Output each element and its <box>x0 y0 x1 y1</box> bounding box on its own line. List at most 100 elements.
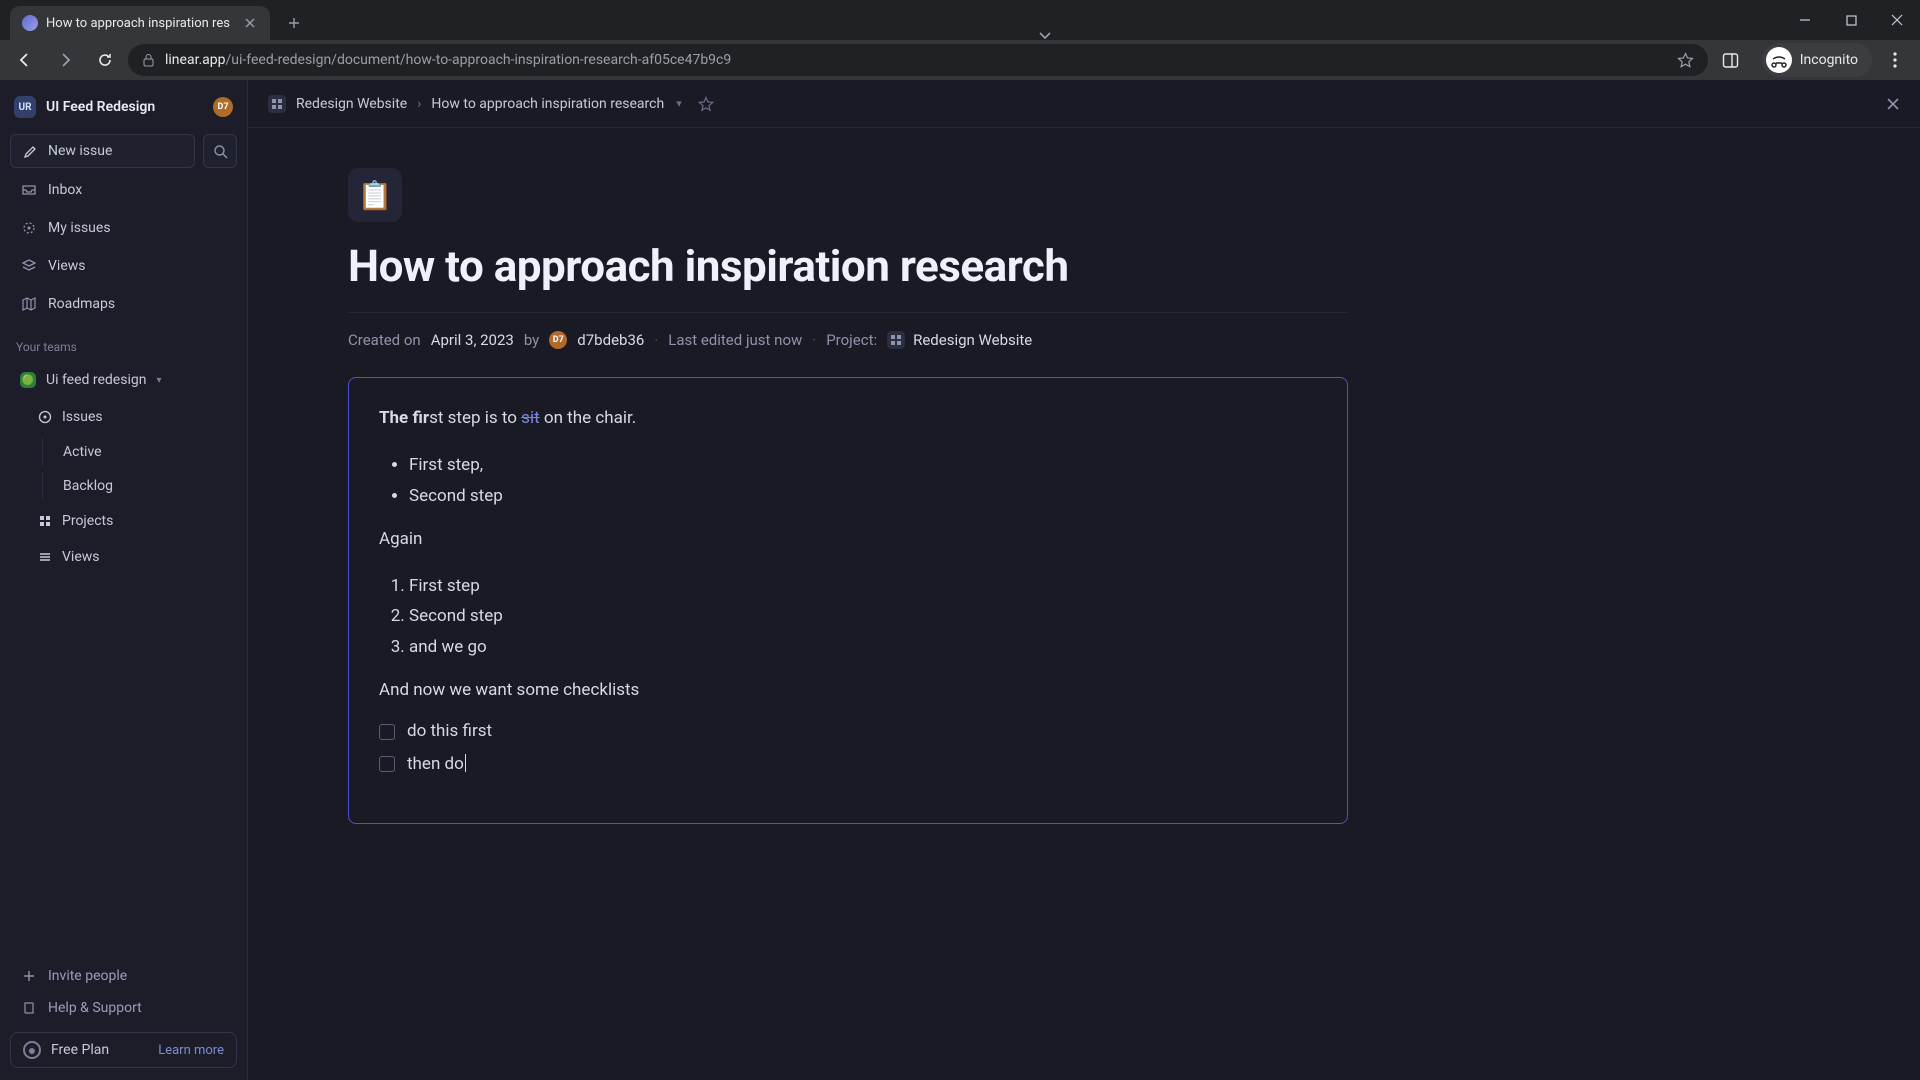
project-icon <box>268 95 286 113</box>
window-titlebar: How to approach inspiration res <box>0 0 1920 40</box>
breadcrumb-doc[interactable]: How to approach inspiration research <box>431 96 664 112</box>
pencil-icon <box>23 144 38 159</box>
numbered-list[interactable]: First step Second step and we go <box>409 572 1317 663</box>
checklist-text[interactable]: then do <box>407 750 466 779</box>
last-edited: Last edited just now <box>668 331 802 349</box>
stack-icon <box>38 550 52 564</box>
footer-label: Help & Support <box>48 1000 142 1016</box>
checkbox-icon[interactable] <box>379 756 395 772</box>
browser-tab[interactable]: How to approach inspiration res <box>10 6 270 40</box>
workspace-switcher[interactable]: UR UI Feed Redesign D7 <box>10 92 237 128</box>
browser-toolbar: linear.app/ui-feed-redesign/document/how… <box>0 40 1920 80</box>
invite-people-button[interactable]: Invite people <box>10 960 237 992</box>
projects-icon <box>38 514 52 528</box>
new-issue-button[interactable]: New issue <box>10 134 195 168</box>
author-name[interactable]: d7bdeb36 <box>577 331 644 349</box>
learn-more-link[interactable]: Learn more <box>158 1043 224 1058</box>
sidebar-item-views[interactable]: Views <box>10 250 237 282</box>
list-item[interactable]: Second step <box>409 602 1317 631</box>
close-panel-icon[interactable] <box>1886 97 1900 111</box>
minimize-icon[interactable] <box>1782 0 1828 40</box>
checklist-text[interactable]: do this first <box>407 717 492 746</box>
help-support-button[interactable]: Help & Support <box>10 992 237 1024</box>
team-name: Ui feed redesign <box>46 372 146 388</box>
by-label: by <box>524 331 539 349</box>
maximize-icon[interactable] <box>1828 0 1874 40</box>
reload-button[interactable] <box>88 43 122 77</box>
plan-box[interactable]: ● Free Plan Learn more <box>10 1032 237 1068</box>
text: st step is to <box>429 408 521 428</box>
sidebar-label: Inbox <box>48 182 82 198</box>
document-scroll[interactable]: 📋 How to approach inspiration research C… <box>248 128 1920 1080</box>
forward-button[interactable] <box>48 43 82 77</box>
back-button[interactable] <box>8 43 42 77</box>
sidebar-item-my-issues[interactable]: My issues <box>10 212 237 244</box>
linear-favicon-icon <box>22 15 38 31</box>
project-name: Redesign Website <box>913 331 1032 349</box>
bullet-list[interactable]: First step, Second step <box>409 451 1317 511</box>
document-meta: Created on April 3, 2023 by D7 d7bdeb36 … <box>348 313 1348 377</box>
workspace-badge: UR <box>14 96 36 118</box>
team-row[interactable]: 🟢 Ui feed redesign ▾ <box>10 364 237 396</box>
sidebar-item-active[interactable]: Active <box>42 438 237 466</box>
checklist-item[interactable]: then do <box>379 750 1317 779</box>
favorite-star-icon[interactable] <box>698 96 714 112</box>
breadcrumb-project[interactable]: Redesign Website <box>296 96 407 112</box>
close-window-icon[interactable] <box>1874 0 1920 40</box>
text: on the chair. <box>540 408 637 428</box>
sidebar-item-issues[interactable]: Issues <box>10 402 237 432</box>
sidebar-label: Roadmaps <box>48 296 115 312</box>
address-bar[interactable]: linear.app/ui-feed-redesign/document/how… <box>128 44 1708 76</box>
close-tab-icon[interactable] <box>242 15 258 31</box>
project-chip[interactable]: Redesign Website <box>887 331 1032 349</box>
issues-icon <box>38 410 52 424</box>
incognito-icon <box>1766 47 1792 73</box>
paragraph[interactable]: The first step is to sit on the chair. <box>379 404 1317 433</box>
sidebar-item-projects[interactable]: Projects <box>10 506 237 536</box>
checklist-item[interactable]: do this first <box>379 717 1317 746</box>
team-icon: 🟢 <box>20 372 36 388</box>
sidebar-item-roadmaps[interactable]: Roadmaps <box>10 288 237 320</box>
plan-label: Free Plan <box>51 1042 109 1058</box>
list-item[interactable]: Second step <box>409 482 1317 511</box>
plus-icon <box>20 970 38 982</box>
map-icon <box>20 296 38 312</box>
incognito-chip[interactable]: Incognito <box>1762 43 1872 77</box>
sidebar-label: Issues <box>62 409 103 425</box>
url-text: linear.app/ui-feed-redesign/document/how… <box>165 52 731 68</box>
paragraph[interactable]: Again <box>379 525 1317 554</box>
created-prefix: Created on <box>348 331 421 349</box>
chevron-down-icon[interactable]: ▾ <box>676 97 682 110</box>
author-avatar-badge: D7 <box>549 331 567 349</box>
workspace-name: UI Feed Redesign <box>46 99 203 115</box>
sidebar-item-backlog[interactable]: Backlog <box>42 472 237 500</box>
checkbox-icon[interactable] <box>379 724 395 740</box>
sidebar-item-team-views[interactable]: Views <box>10 542 237 572</box>
bookmark-star-icon[interactable] <box>1677 52 1694 69</box>
tab-search-icon[interactable] <box>1022 32 1068 40</box>
list-item[interactable]: First step <box>409 572 1317 601</box>
link-text[interactable]: sit <box>521 408 539 428</box>
document-title[interactable]: How to approach inspiration research <box>348 240 1348 313</box>
paragraph[interactable]: And now we want some checklists <box>379 676 1317 705</box>
sidebar-item-inbox[interactable]: Inbox <box>10 174 237 206</box>
breadcrumb-separator: › <box>417 96 421 112</box>
sidebar-label: Views <box>62 549 100 565</box>
list-item[interactable]: and we go <box>409 633 1317 662</box>
linear-app: UR UI Feed Redesign D7 New issue Inbox M… <box>0 80 1920 1080</box>
search-icon <box>213 144 228 159</box>
window-controls <box>1782 0 1920 40</box>
side-panel-icon[interactable] <box>1714 43 1748 77</box>
url-host: linear.app <box>165 52 226 68</box>
new-tab-button[interactable] <box>280 9 308 37</box>
browser-menu-icon[interactable] <box>1878 43 1912 77</box>
document-emoji-icon[interactable]: 📋 <box>348 168 402 222</box>
document-editor[interactable]: The first step is to sit on the chair. F… <box>348 377 1348 824</box>
new-issue-label: New issue <box>48 143 112 159</box>
user-avatar-badge: D7 <box>213 97 233 117</box>
list-item[interactable]: First step, <box>409 451 1317 480</box>
meta-separator: · <box>812 331 816 349</box>
checklist[interactable]: do this first then do <box>379 717 1317 779</box>
sidebar: UR UI Feed Redesign D7 New issue Inbox M… <box>0 80 248 1080</box>
search-button[interactable] <box>203 134 237 168</box>
